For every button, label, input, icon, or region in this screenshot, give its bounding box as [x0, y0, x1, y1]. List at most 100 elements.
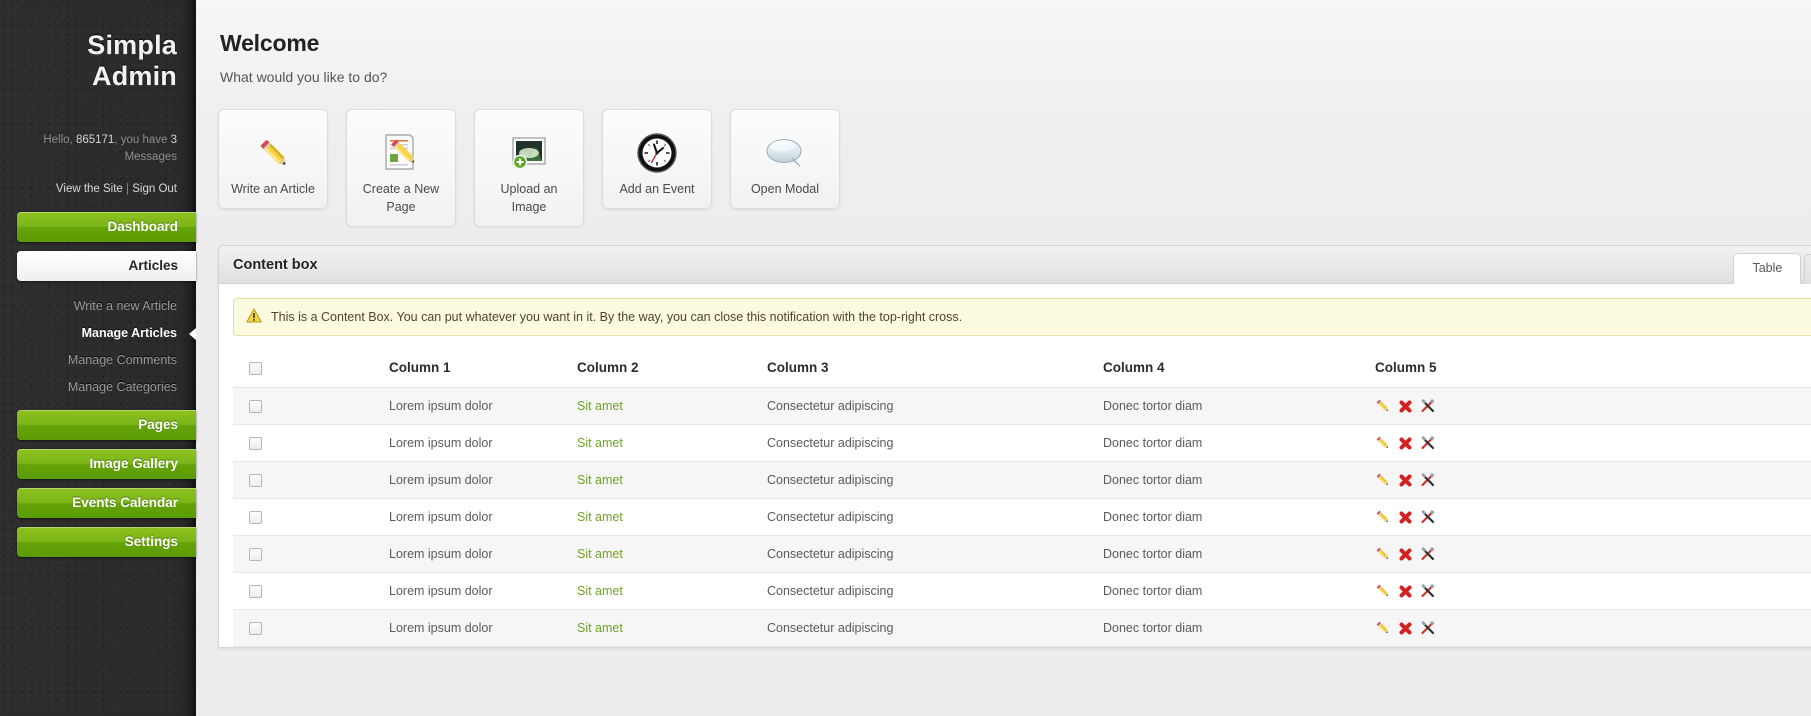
cell-column-1: Lorem ipsum dolor: [291, 461, 569, 499]
cell-link[interactable]: Sit amet: [577, 547, 623, 561]
sidebar-item-articles[interactable]: Articles: [17, 251, 196, 281]
sidebar-item-dashboard[interactable]: Dashboard: [17, 212, 196, 242]
tile-label: Write an Article: [231, 182, 315, 196]
cell-link[interactable]: Sit amet: [577, 584, 623, 598]
select-all-checkbox[interactable]: [249, 361, 262, 375]
delete-icon[interactable]: [1398, 510, 1413, 525]
tools-icon[interactable]: [1420, 583, 1436, 599]
edit-icon[interactable]: [1375, 398, 1391, 414]
cell-column-3: Consectetur adipiscing: [759, 535, 1095, 573]
content-box: Content box Table F This is a Content Bo…: [218, 245, 1811, 648]
edit-icon[interactable]: [1375, 472, 1391, 488]
delete-icon[interactable]: [1398, 399, 1413, 414]
table-row[interactable]: Lorem ipsum dolor Sit amet Consectetur a…: [233, 609, 1811, 647]
row-checkbox[interactable]: [249, 400, 262, 414]
sidebar-item-settings[interactable]: Settings: [17, 527, 196, 557]
view-site-link[interactable]: View the Site: [56, 183, 123, 195]
tile-create-a-new-page[interactable]: Create a New Page: [346, 109, 456, 227]
tile-label: Create a New Page: [362, 182, 440, 214]
row-checkbox[interactable]: [249, 585, 262, 599]
tools-icon[interactable]: [1420, 620, 1436, 636]
cell-column-3: Consectetur adipiscing: [759, 572, 1095, 610]
tools-icon[interactable]: [1420, 509, 1436, 525]
column-header-4[interactable]: Column 4: [1095, 350, 1367, 388]
row-actions: [1375, 398, 1811, 414]
cell-actions: [1367, 424, 1811, 462]
row-actions: [1375, 472, 1811, 488]
table-row[interactable]: Lorem ipsum dolor Sit amet Consectetur a…: [233, 498, 1811, 536]
column-header-5[interactable]: Column 5: [1367, 350, 1811, 388]
table-row[interactable]: Lorem ipsum dolor Sit amet Consectetur a…: [233, 535, 1811, 573]
cell-column-2: Sit amet: [569, 461, 759, 499]
row-select-cell: [233, 424, 291, 462]
cell-column-2: Sit amet: [569, 535, 759, 573]
cell-column-1: Lorem ipsum dolor: [291, 609, 569, 647]
edit-icon[interactable]: [1375, 509, 1391, 525]
subitem-manage-categories[interactable]: Manage Categories: [0, 374, 196, 401]
cell-link[interactable]: Sit amet: [577, 510, 623, 524]
cell-column-4: Donec tortor diam: [1095, 609, 1367, 647]
tools-icon[interactable]: [1420, 472, 1436, 488]
cell-column-3: Consectetur adipiscing: [759, 609, 1095, 647]
column-header-3[interactable]: Column 3: [759, 350, 1095, 388]
cell-link[interactable]: Sit amet: [577, 436, 623, 450]
tools-icon[interactable]: [1420, 546, 1436, 562]
cell-actions: [1367, 609, 1811, 647]
sign-out-link[interactable]: Sign Out: [132, 183, 177, 195]
image-add-icon: [483, 126, 575, 180]
tools-icon[interactable]: [1420, 398, 1436, 414]
cell-link[interactable]: Sit amet: [577, 621, 623, 635]
column-header-1[interactable]: Column 1: [291, 350, 569, 388]
row-checkbox[interactable]: [249, 622, 262, 636]
cell-link[interactable]: Sit amet: [577, 399, 623, 413]
cell-column-2: Sit amet: [569, 609, 759, 647]
tile-open-modal[interactable]: Open Modal: [730, 109, 840, 209]
table-row[interactable]: Lorem ipsum dolor Sit amet Consectetur a…: [233, 572, 1811, 610]
greeting: Hello, 865171, you have 3 Messages: [0, 92, 196, 166]
subitem-write-new-article[interactable]: Write a new Article: [0, 293, 196, 320]
cell-actions: [1367, 498, 1811, 536]
edit-icon[interactable]: [1375, 435, 1391, 451]
tab-table[interactable]: Table: [1733, 253, 1802, 284]
cell-column-3: Consectetur adipiscing: [759, 461, 1095, 499]
row-checkbox[interactable]: [249, 437, 262, 451]
subitem-manage-comments[interactable]: Manage Comments: [0, 347, 196, 374]
tile-label: Add an Event: [619, 182, 695, 196]
table-row[interactable]: Lorem ipsum dolor Sit amet Consectetur a…: [233, 424, 1811, 462]
column-header-2[interactable]: Column 2: [569, 350, 759, 388]
delete-icon[interactable]: [1398, 547, 1413, 562]
articles-submenu: Write a new Article Manage Articles Mana…: [0, 290, 196, 410]
delete-icon[interactable]: [1398, 621, 1413, 636]
speech-bubble-icon: [739, 126, 831, 180]
delete-icon[interactable]: [1398, 473, 1413, 488]
tools-icon[interactable]: [1420, 435, 1436, 451]
main-content: Welcome What would you like to do? Write…: [196, 0, 1811, 716]
tile-add-an-event[interactable]: Add an Event: [602, 109, 712, 209]
cell-column-2: Sit amet: [569, 572, 759, 610]
cell-column-2: Sit amet: [569, 498, 759, 536]
delete-icon[interactable]: [1398, 436, 1413, 451]
row-checkbox[interactable]: [249, 511, 262, 525]
brand-title: Simpla Admin: [87, 30, 177, 91]
row-checkbox[interactable]: [249, 548, 262, 562]
row-select-cell: [233, 535, 291, 573]
table-row[interactable]: Lorem ipsum dolor Sit amet Consectetur a…: [233, 387, 1811, 425]
row-checkbox[interactable]: [249, 474, 262, 488]
tile-write-an-article[interactable]: Write an Article: [218, 109, 328, 209]
edit-icon[interactable]: [1375, 546, 1391, 562]
subitem-manage-articles[interactable]: Manage Articles: [0, 320, 196, 347]
table-row[interactable]: Lorem ipsum dolor Sit amet Consectetur a…: [233, 461, 1811, 499]
sidebar-item-image-gallery[interactable]: Image Gallery: [17, 449, 196, 479]
delete-icon[interactable]: [1398, 584, 1413, 599]
sidebar-item-events-calendar[interactable]: Events Calendar: [17, 488, 196, 518]
edit-icon[interactable]: [1375, 620, 1391, 636]
row-select-cell: [233, 498, 291, 536]
row-select-cell: [233, 572, 291, 610]
tile-upload-an-image[interactable]: Upload an Image: [474, 109, 584, 227]
cell-link[interactable]: Sit amet: [577, 473, 623, 487]
chevron-left-icon: [189, 327, 196, 340]
edit-icon[interactable]: [1375, 583, 1391, 599]
account-links: View the Site | Sign Out: [0, 166, 196, 195]
sidebar-item-pages[interactable]: Pages: [17, 410, 196, 440]
tab-form[interactable]: F: [1804, 254, 1811, 284]
